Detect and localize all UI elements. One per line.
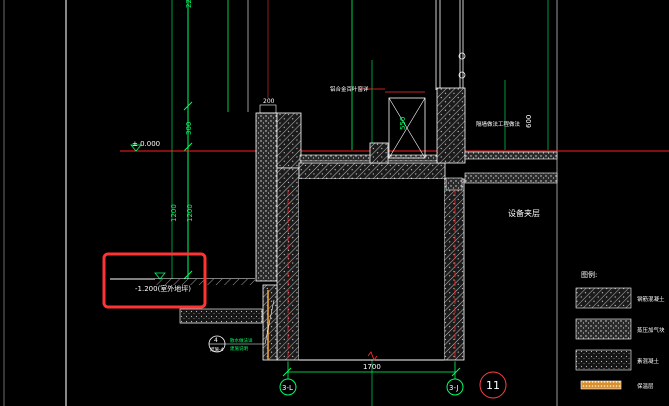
legend-swatch-insul (580, 380, 622, 390)
left-dimension-chain (171, 0, 193, 282)
room-label: 设备夹层 (508, 208, 540, 218)
slab-right (464, 172, 558, 184)
legend-swatch-aerated (575, 318, 632, 340)
right-note: 隔墙做法工程做法 (476, 120, 521, 128)
cad-drawing-canvas[interactable]: 2250 300 1200 1200 600 ± 0.000 -1.200(室外… (0, 0, 669, 406)
wall-left-base (262, 284, 278, 361)
parapet-concrete (276, 112, 302, 169)
legend-label-insul: 保温层 (637, 382, 654, 390)
legend: 图例: 钢筋混凝土 蒸压加气块 素混凝土 保温层 (575, 270, 665, 390)
axis-label-right: 3-J (449, 384, 458, 392)
detail-sub-2: 建施说明 (230, 345, 248, 352)
dim-top-vertical: 2250 (185, 0, 193, 8)
level-marker-neg (154, 272, 166, 280)
coping (259, 104, 277, 114)
dim-600: 600 (525, 115, 533, 128)
roof-slab (298, 162, 446, 180)
dim-left-1200-a: 1200 (170, 204, 178, 222)
axis-label-left: 3-L (282, 384, 293, 392)
pipe-note: 铝合金百叶窗详 (330, 85, 369, 93)
detail-number: 4 (214, 337, 218, 344)
slab-right-top (464, 151, 558, 160)
legend-swatch-concrete (575, 287, 632, 309)
legend-label-plain: 素混凝土 (637, 357, 660, 365)
dim-550: 550 (399, 117, 407, 130)
insulation-wall-block (255, 112, 278, 282)
dim-200: 200 (263, 98, 275, 105)
legend-swatch-plain (575, 349, 632, 371)
level-zero-label: ± 0.000 (132, 140, 160, 148)
room-void (299, 179, 444, 360)
detail-ref: 结施-4 (210, 346, 224, 353)
footing-slab (179, 308, 263, 324)
dim-right-1200: 1200 (186, 204, 194, 222)
parapet-right (436, 87, 466, 164)
wall-right (443, 178, 465, 361)
curb (369, 142, 389, 164)
dim-left-300: 300 (185, 122, 193, 135)
detail-sub-1: 散水做法详 (230, 337, 253, 344)
level-neg-label: -1.200(室外地坪) (135, 284, 191, 293)
dim-1700: 1700 (363, 363, 381, 371)
sheet-number: 11 (486, 379, 500, 392)
legend-label-aerated: 蒸压加气块 (637, 326, 665, 334)
legend-title: 图例: (581, 270, 597, 279)
legend-label-concrete: 钢筋混凝土 (637, 295, 665, 303)
